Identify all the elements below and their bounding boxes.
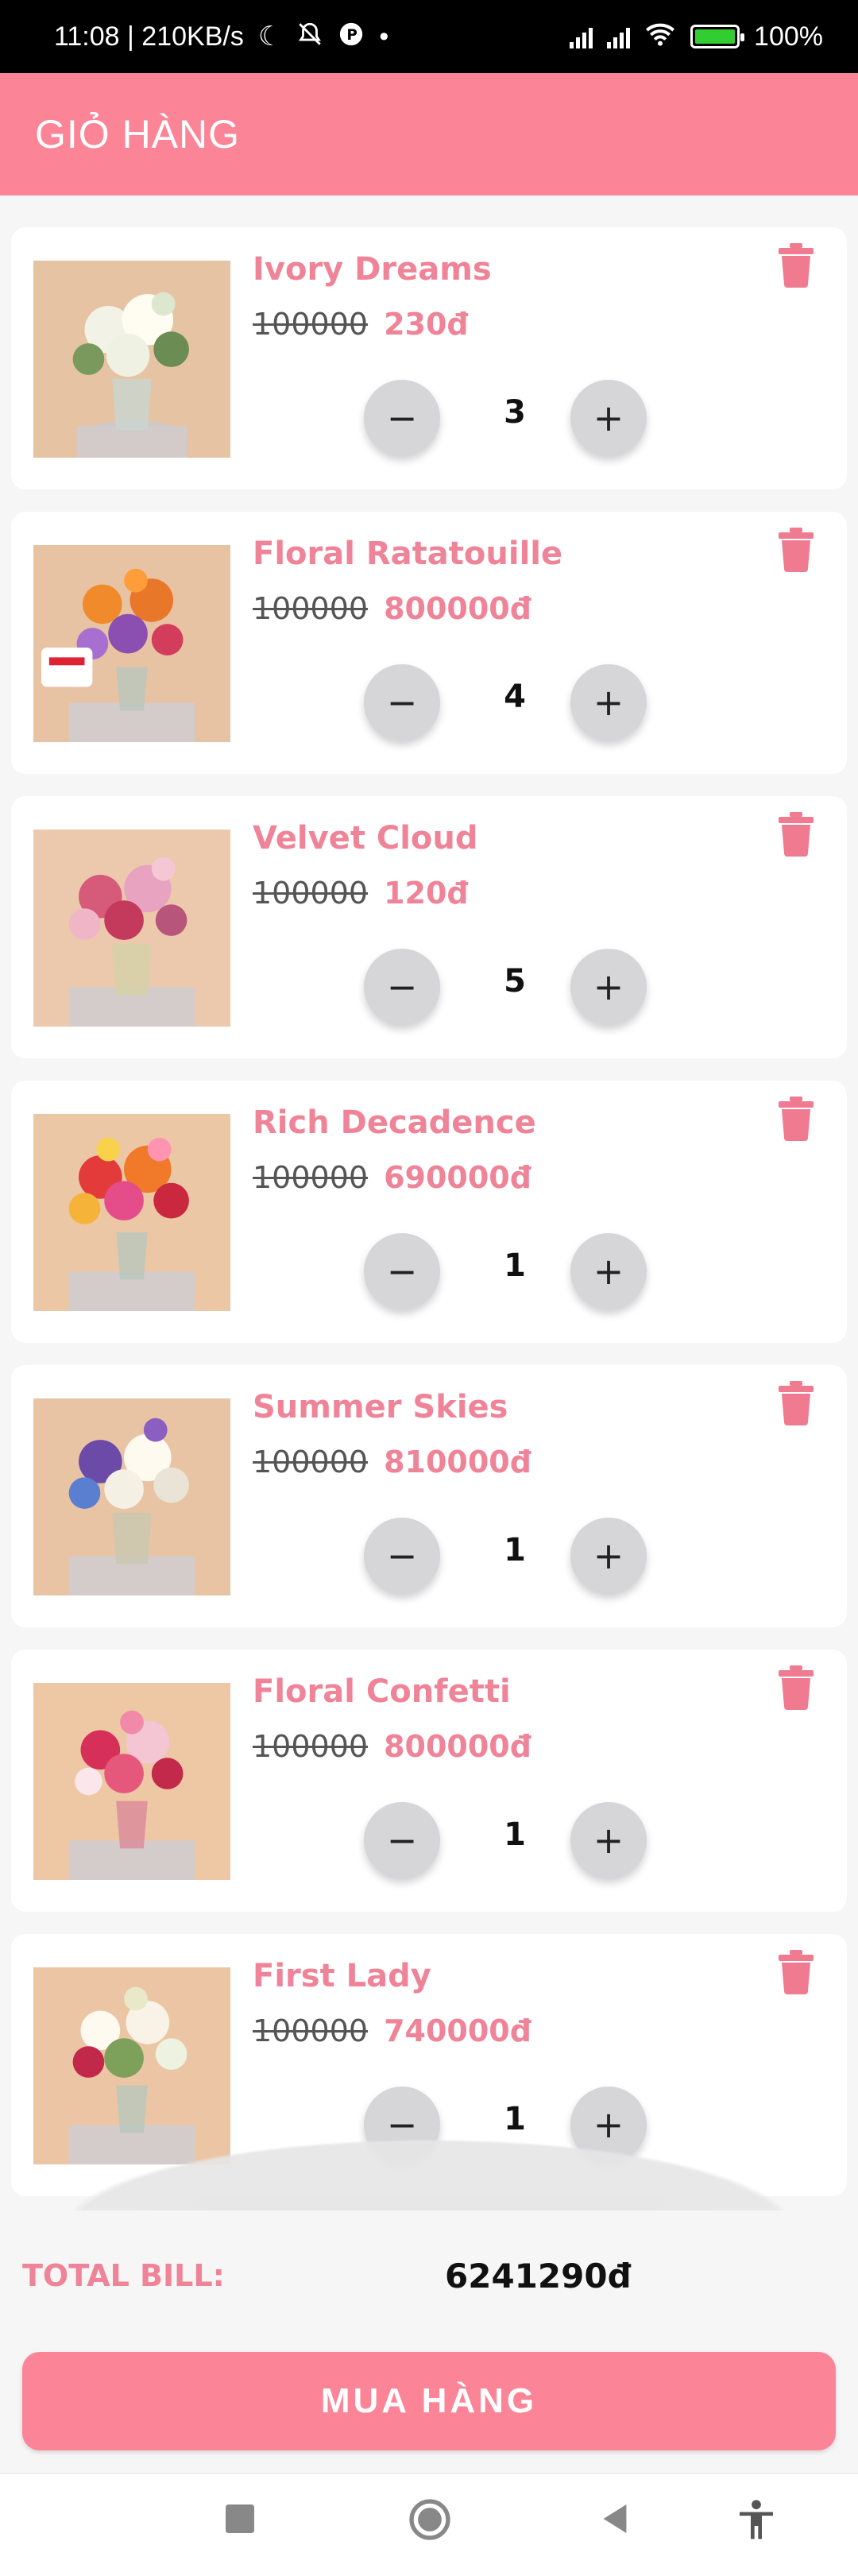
product-name: Floral Confetti <box>253 1673 511 1710</box>
status-left: 11:08 | 210KB/s ☾ P • <box>54 21 388 52</box>
wifi-icon <box>644 21 676 52</box>
cart-item: Floral Ratatouille 100000 800000đ − 4 + <box>11 512 847 774</box>
cart-item: Velvet Cloud 100000 120đ − 5 + <box>11 796 847 1058</box>
old-price: 100000 <box>253 1729 369 1764</box>
product-name: Ivory Dreams <box>253 251 492 288</box>
price-row: 100000 120đ <box>253 876 469 911</box>
product-image <box>33 1967 230 2164</box>
decrease-quantity-button[interactable]: − <box>364 380 440 456</box>
old-price: 100000 <box>253 876 369 911</box>
signal-icon <box>607 25 631 48</box>
old-price: 100000 <box>253 2013 369 2048</box>
increase-quantity-button[interactable]: + <box>570 664 647 741</box>
product-name: Floral Ratatouille <box>253 536 563 572</box>
system-nav-bar <box>0 2473 858 2576</box>
status-bar: 11:08 | 210KB/s ☾ P • 100% <box>0 0 858 73</box>
cart-item: Summer Skies 100000 810000đ − 1 + <box>11 1365 847 1627</box>
old-price: 100000 <box>253 591 369 626</box>
trash-icon[interactable] <box>777 1665 815 1710</box>
product-image <box>33 261 230 458</box>
home-circle-icon[interactable] <box>408 2498 451 2544</box>
current-price: 230đ <box>384 307 469 342</box>
price-row: 100000 690000đ <box>253 1160 531 1195</box>
trash-icon[interactable] <box>777 1381 815 1425</box>
moon-icon: ☾ <box>257 21 283 52</box>
quantity-value: 5 <box>504 963 526 1000</box>
increase-quantity-button[interactable]: + <box>570 1802 647 1878</box>
app-icon: P <box>338 21 365 52</box>
app-bar: GIỎ HÀNG <box>0 73 858 195</box>
trash-icon[interactable] <box>777 528 815 572</box>
increase-quantity-button[interactable]: + <box>570 2087 647 2163</box>
current-price: 740000đ <box>384 2013 531 2048</box>
cart-item: Rich Decadence 100000 690000đ − 1 + <box>11 1081 847 1343</box>
price-row: 100000 800000đ <box>253 1729 531 1764</box>
current-price: 800000đ <box>384 591 531 626</box>
current-price: 810000đ <box>384 1445 531 1479</box>
product-name: First Lady <box>253 1958 431 1994</box>
old-price: 100000 <box>253 1160 369 1195</box>
total-row: TOTAL BILL: 6241290đ <box>0 2210 858 2350</box>
price-row: 100000 800000đ <box>253 591 531 626</box>
dot-icon: • <box>379 21 389 52</box>
increase-quantity-button[interactable]: + <box>570 949 647 1025</box>
price-row: 100000 740000đ <box>253 2013 531 2048</box>
quantity-value: 1 <box>504 1816 526 1853</box>
product-image <box>33 545 230 742</box>
cart-list[interactable]: Ivory Dreams 100000 230đ − 3 + Floral Ra… <box>0 195 858 2210</box>
current-price: 690000đ <box>384 1160 531 1195</box>
quantity-value: 4 <box>504 679 526 715</box>
product-name: Velvet Cloud <box>253 820 478 857</box>
price-row: 100000 230đ <box>253 307 469 342</box>
decrease-quantity-button[interactable]: − <box>364 1233 440 1309</box>
decrease-quantity-button[interactable]: − <box>364 949 440 1025</box>
product-image <box>33 1398 230 1595</box>
increase-quantity-button[interactable]: + <box>570 380 647 456</box>
signal-icon <box>570 25 593 48</box>
back-triangle-icon[interactable] <box>601 2504 629 2536</box>
quantity-value: 1 <box>504 1532 526 1568</box>
status-right: 100% <box>570 21 823 52</box>
buy-button[interactable]: MUA HÀNG <box>22 2352 836 2450</box>
price-row: 100000 810000đ <box>253 1445 531 1479</box>
current-price: 800000đ <box>384 1729 531 1764</box>
trash-icon[interactable] <box>777 1097 815 1141</box>
trash-icon[interactable] <box>777 1950 815 1994</box>
increase-quantity-button[interactable]: + <box>570 1518 647 1594</box>
cart-item: Floral Confetti 100000 800000đ − 1 + <box>11 1650 847 1912</box>
old-price: 100000 <box>253 1445 369 1479</box>
product-image <box>33 1683 230 1880</box>
cart-item: First Lady 100000 740000đ − 1 + <box>11 1934 847 2196</box>
page-title: GIỎ HÀNG <box>35 112 241 157</box>
svg-text:P: P <box>347 27 358 44</box>
increase-quantity-button[interactable]: + <box>570 1233 647 1309</box>
quantity-value: 3 <box>504 394 526 431</box>
square-icon[interactable] <box>226 2504 254 2536</box>
product-name: Rich Decadence <box>253 1104 536 1141</box>
current-price: 120đ <box>384 876 469 911</box>
quantity-value: 1 <box>504 2101 526 2137</box>
quantity-value: 1 <box>504 1247 526 1284</box>
decrease-quantity-button[interactable]: − <box>364 2087 440 2163</box>
decrease-quantity-button[interactable]: − <box>364 664 440 741</box>
status-time: 11:08 | 210KB/s <box>54 21 244 52</box>
accessibility-icon[interactable] <box>734 2498 779 2546</box>
product-image <box>33 830 230 1027</box>
bell-off-icon <box>296 21 323 52</box>
product-name: Summer Skies <box>253 1389 508 1425</box>
total-label: TOTAL BILL: <box>22 2258 225 2293</box>
decrease-quantity-button[interactable]: − <box>364 1518 440 1594</box>
old-price: 100000 <box>253 307 369 342</box>
trash-icon[interactable] <box>777 243 815 288</box>
decrease-quantity-button[interactable]: − <box>364 1802 440 1878</box>
battery-icon <box>690 25 745 48</box>
cart-item: Ivory Dreams 100000 230đ − 3 + <box>11 227 847 489</box>
product-image <box>33 1114 230 1311</box>
trash-icon[interactable] <box>777 812 815 857</box>
total-value: 6241290đ <box>445 2257 632 2296</box>
battery-percent: 100% <box>754 21 823 52</box>
